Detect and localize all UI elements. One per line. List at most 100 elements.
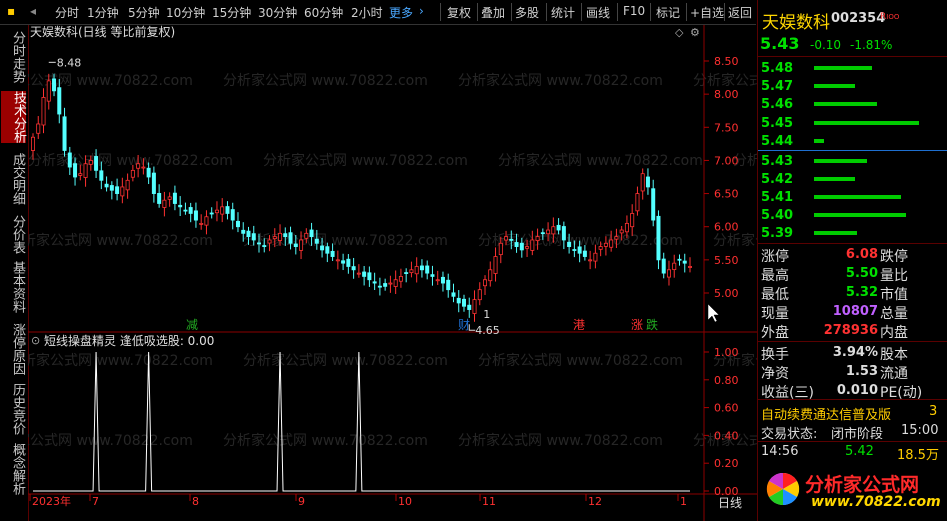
candle-body bbox=[115, 186, 120, 194]
toolbar-back-icon[interactable]: ◂ bbox=[30, 4, 36, 18]
event-badge[interactable]: 涨 bbox=[631, 317, 643, 332]
ask-row[interactable]: 5.48 bbox=[758, 60, 947, 77]
book-price: 5.41 bbox=[761, 190, 794, 205]
candlestick-series bbox=[31, 61, 693, 331]
bid-row[interactable]: 5.42 bbox=[758, 171, 947, 188]
indicator-toggle-icon[interactable]: ⊙ bbox=[31, 334, 40, 347]
toolbar-menu-icon[interactable]: ▪ bbox=[7, 4, 15, 18]
date-tick-label: 2023年 bbox=[32, 494, 71, 508]
candle-body bbox=[567, 241, 572, 247]
trade-state-label: 交易状态: bbox=[761, 427, 818, 442]
candle-body bbox=[551, 226, 556, 235]
period-30min[interactable]: 30分钟 bbox=[258, 4, 297, 21]
watermark-text: 分析家公式网 www.70822.com bbox=[243, 232, 448, 249]
diamond-icon[interactable]: ◇ bbox=[675, 26, 684, 39]
mark-button[interactable]: 标记 bbox=[656, 4, 680, 21]
f10-button[interactable]: F10 bbox=[623, 4, 645, 18]
watermark-text: 分析家公式网 www.70822.com bbox=[28, 152, 233, 169]
tab-fenshi[interactable]: 分时走势 bbox=[3, 31, 25, 83]
candle-body bbox=[241, 229, 246, 234]
tab-auction-history[interactable]: 历史竞价 bbox=[3, 383, 25, 435]
watermark-text: 分析家公式网 www.70822.com bbox=[263, 152, 468, 169]
event-badges: 减 财 港 涨跌 bbox=[186, 317, 658, 332]
stat-label-right: 市值 bbox=[880, 287, 908, 303]
candle-body bbox=[514, 242, 519, 247]
tab-technical-analysis[interactable]: 技术分析 bbox=[1, 91, 26, 143]
period-15min[interactable]: 15分钟 bbox=[212, 4, 251, 21]
bid-row[interactable]: 5.39 bbox=[758, 225, 947, 242]
draw-line-button[interactable]: 画线 bbox=[586, 4, 610, 21]
stat-label: 最高 bbox=[761, 268, 789, 284]
event-badge[interactable]: 港 bbox=[573, 318, 585, 332]
candle-body bbox=[546, 229, 551, 235]
tab-trade-detail[interactable]: 成交明细 bbox=[3, 153, 25, 205]
statistics-button[interactable]: 统计 bbox=[551, 4, 575, 21]
candle-body bbox=[414, 266, 419, 275]
ask-row[interactable]: 5.45 bbox=[758, 115, 947, 132]
rzrq-badge: RIOO bbox=[880, 12, 900, 22]
candle-body bbox=[235, 220, 240, 228]
candle-body bbox=[167, 196, 172, 200]
candle-body bbox=[509, 239, 514, 241]
candle-body bbox=[398, 276, 403, 282]
tab-limit-up-reason[interactable]: 涨停原因 bbox=[3, 323, 25, 375]
more-periods-button[interactable]: 更多 bbox=[389, 4, 413, 21]
candle-body bbox=[598, 246, 603, 250]
period-60min[interactable]: 60分钟 bbox=[304, 4, 343, 21]
settings-icon[interactable]: ⚙ bbox=[690, 26, 700, 39]
back-button[interactable]: 返回 bbox=[728, 4, 752, 21]
candle-body bbox=[388, 282, 393, 285]
trade-state: 闭市阶段 bbox=[831, 427, 884, 442]
fuquan-button[interactable]: 复权 bbox=[447, 4, 471, 21]
date-tick-label: 7 bbox=[92, 495, 99, 508]
indicator-tick-label: 0.20 bbox=[714, 457, 739, 470]
ask-row[interactable]: 5.44 bbox=[758, 133, 947, 150]
candle-body bbox=[572, 249, 577, 251]
period-1min[interactable]: 1分钟 bbox=[87, 4, 119, 21]
period-2hour[interactable]: 2小时 bbox=[351, 4, 383, 21]
candle-body bbox=[456, 297, 461, 304]
candle-body bbox=[672, 262, 677, 270]
candle-body bbox=[78, 173, 83, 176]
candle-body bbox=[272, 236, 277, 240]
tick-price: 5.42 bbox=[845, 444, 874, 459]
more-chevron-icon[interactable]: › bbox=[419, 4, 424, 18]
candle-body bbox=[624, 222, 629, 233]
indicator-tick-label: 0.80 bbox=[714, 374, 739, 387]
candle-body bbox=[372, 281, 377, 284]
ask-row[interactable]: 5.47 bbox=[758, 78, 947, 95]
period-5min[interactable]: 5分钟 bbox=[128, 4, 160, 21]
stat-value: 5.50 bbox=[845, 266, 878, 281]
add-watchlist-button[interactable]: +自选 bbox=[690, 4, 724, 21]
indicator-series bbox=[33, 351, 690, 492]
trade-time: 15:00 bbox=[901, 423, 939, 438]
kline-chart[interactable]: 分析家公式网 www.70822.com 分析家公式网 www.70822.com… bbox=[28, 25, 758, 521]
price-tick-label: 6.00 bbox=[714, 221, 739, 234]
stat-value: 1.53 bbox=[845, 364, 878, 379]
candle-body bbox=[341, 260, 346, 264]
overlay-button[interactable]: 叠加 bbox=[481, 4, 505, 21]
bid-row[interactable]: 5.43 bbox=[758, 153, 947, 170]
event-badge[interactable]: 减 bbox=[186, 318, 198, 332]
bid-row[interactable]: 5.40 bbox=[758, 207, 947, 224]
multi-stock-button[interactable]: 多股 bbox=[515, 4, 539, 21]
period-10min[interactable]: 10分钟 bbox=[166, 4, 205, 21]
period-fenshi[interactable]: 分时 bbox=[55, 4, 79, 21]
watermark-text: 分析家公式网 www.70822.com bbox=[28, 352, 213, 369]
promo-link[interactable]: 自动续费通达信普及版 bbox=[761, 404, 891, 423]
tab-price-table[interactable]: 分价表 bbox=[3, 215, 25, 254]
tab-concept[interactable]: 概念解析 bbox=[3, 443, 25, 495]
date-tick-label: 8 bbox=[192, 495, 199, 508]
stat-label: 外盘 bbox=[761, 325, 789, 341]
candle-body bbox=[188, 207, 193, 214]
bid-row[interactable]: 5.41 bbox=[758, 189, 947, 206]
candle-body bbox=[225, 206, 230, 214]
stat-row-2: 换手 3.94% 股本 bbox=[758, 344, 947, 363]
tab-basic-info[interactable]: 基本资料 bbox=[3, 261, 25, 313]
candle-body bbox=[230, 209, 235, 221]
event-badge[interactable]: 财 bbox=[458, 318, 470, 332]
event-badge[interactable]: 跌 bbox=[646, 317, 658, 332]
watermark-text: 分析家公式网 www.70822.com bbox=[478, 232, 683, 249]
ask-row[interactable]: 5.46 bbox=[758, 96, 947, 113]
candle-body bbox=[351, 266, 356, 271]
